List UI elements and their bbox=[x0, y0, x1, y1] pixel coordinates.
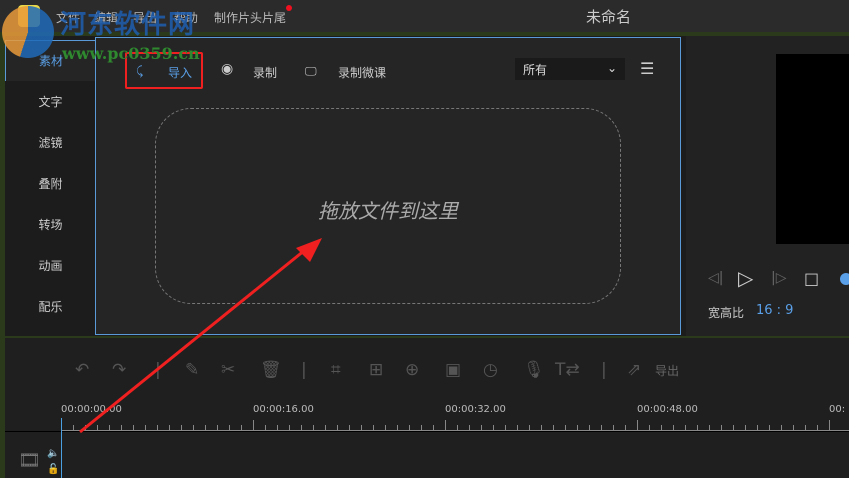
arrow-shaft bbox=[79, 248, 306, 434]
annotation-arrow bbox=[79, 238, 322, 434]
arrow-head bbox=[296, 238, 322, 262]
